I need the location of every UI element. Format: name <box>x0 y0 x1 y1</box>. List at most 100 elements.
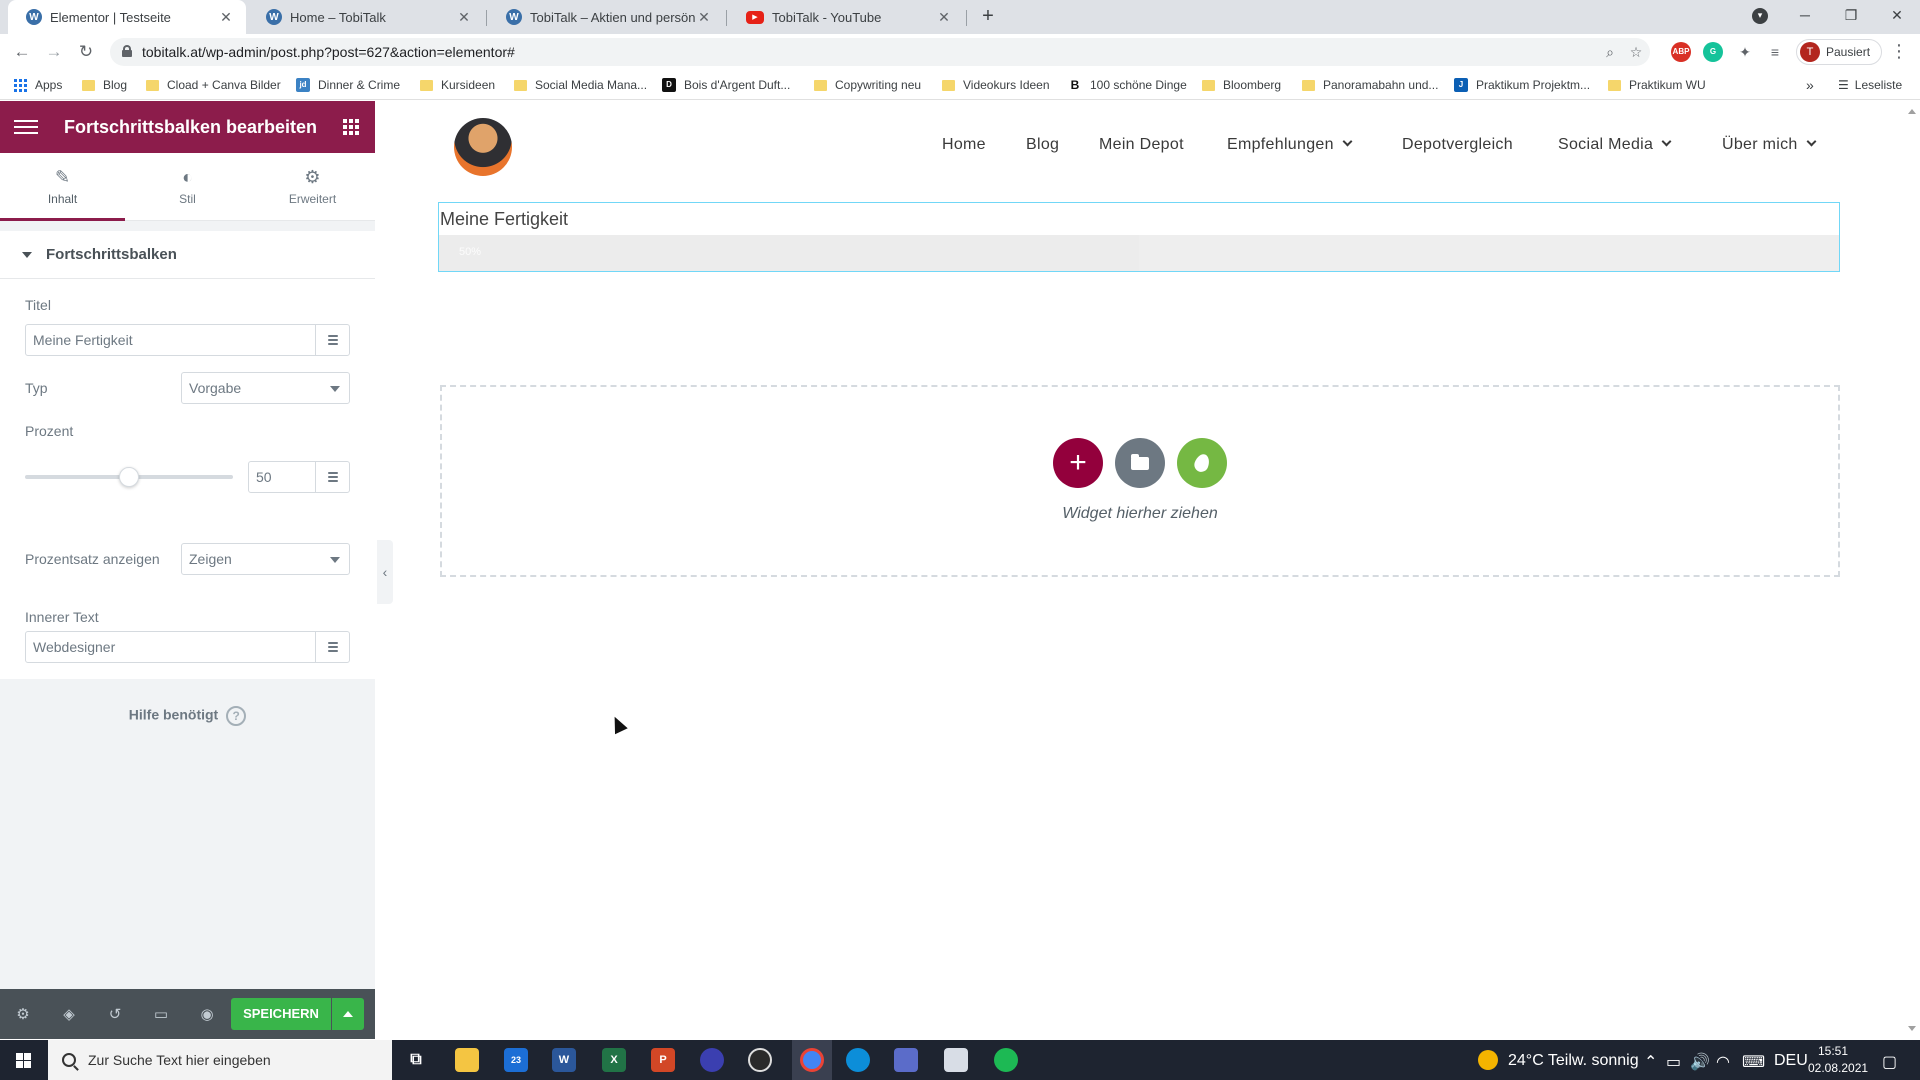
bookmark-dinner[interactable]: jd Dinner & Crime <box>296 76 400 94</box>
slider-handle[interactable] <box>119 467 139 487</box>
volume-icon[interactable]: 🔊 <box>1690 1052 1710 1072</box>
zoom-icon[interactable]: ⌕ <box>1600 42 1620 62</box>
close-icon[interactable]: ✕ <box>696 9 712 26</box>
task-view-icon[interactable]: ⧉ <box>404 1048 428 1072</box>
nav-item-ueber-mich[interactable]: Über mich <box>1722 136 1817 154</box>
minimize-button[interactable]: ─ <box>1782 0 1828 32</box>
inner-text-field[interactable]: Webdesigner <box>25 631 350 663</box>
obs-icon[interactable] <box>748 1048 772 1072</box>
bookmark-panoramabahn[interactable]: Panoramabahn und... <box>1302 76 1438 94</box>
url-text[interactable]: tobitalk.at/wp-admin/post.php?post=627&a… <box>142 44 515 60</box>
nav-item-social-media[interactable]: Social Media <box>1558 136 1672 154</box>
new-tab-button[interactable]: + <box>976 5 1000 29</box>
tray-chevron-up-icon[interactable]: ⌃ <box>1644 1052 1657 1072</box>
powerpoint-icon[interactable]: P <box>651 1048 675 1072</box>
bookmark-apps[interactable]: Apps <box>14 76 62 94</box>
bookmark-star-icon[interactable]: ☆ <box>1626 42 1646 62</box>
envato-kit-button[interactable] <box>1177 438 1227 488</box>
edge-icon[interactable] <box>846 1048 870 1072</box>
percent-input[interactable]: 50 <box>248 461 350 493</box>
chrome-icon[interactable] <box>800 1048 824 1072</box>
keyboard-icon[interactable]: ⌨ <box>1742 1052 1765 1072</box>
bookmark-100-dinge[interactable]: B 100 schöne Dinge <box>1068 76 1187 94</box>
progress-bar-widget[interactable]: Meine Fertigkeit 50% <box>438 202 1840 272</box>
history-icon[interactable]: ↺ <box>92 1005 138 1023</box>
nav-item-depotvergleich[interactable]: Depotvergleich <box>1402 136 1513 154</box>
reading-list-button[interactable]: ☰ Leseliste <box>1838 76 1902 94</box>
weather-text[interactable]: 24°C Teilw. sonnig <box>1508 1052 1639 1070</box>
inner-text-value[interactable]: Webdesigner <box>26 632 315 662</box>
bookmark-copywriting[interactable]: Copywriting neu <box>814 76 921 94</box>
tab-inhalt[interactable]: ✎ Inhalt <box>0 153 125 221</box>
bookmark-bloomberg[interactable]: Bloomberg <box>1202 76 1281 94</box>
bookmark-videokurs[interactable]: Videokurs Ideen <box>942 76 1050 94</box>
bookmark-canva[interactable]: Cload + Canva Bilder <box>146 76 281 94</box>
app-icon[interactable] <box>894 1048 918 1072</box>
excel-icon[interactable]: X <box>602 1048 626 1072</box>
more-bookmarks-icon[interactable]: » <box>1806 76 1814 94</box>
notepad-icon[interactable] <box>944 1048 968 1072</box>
back-button[interactable]: ← <box>10 40 34 64</box>
type-select[interactable]: Vorgabe <box>181 372 350 404</box>
save-options-button[interactable] <box>332 998 364 1030</box>
section-toggle-fortschrittsbalken[interactable]: Fortschrittsbalken <box>0 231 375 279</box>
tab-search-icon[interactable]: ▾ <box>1752 8 1768 24</box>
page-scrollbar[interactable] <box>1904 101 1920 1039</box>
responsive-mode-icon[interactable]: ▭ <box>138 1005 184 1023</box>
browser-tab-aktien[interactable]: W TobiTalk – Aktien und persönliche ✕ <box>488 0 724 34</box>
nav-item-empfehlungen[interactable]: Empfehlungen <box>1227 136 1353 154</box>
extensions-puzzle-icon[interactable]: ✦ <box>1735 42 1755 62</box>
reading-list-icon[interactable]: ≡ <box>1765 42 1785 62</box>
browser-tab-elementor[interactable]: W Elementor | Testseite ✕ <box>8 0 246 34</box>
close-icon[interactable]: ✕ <box>456 9 472 26</box>
bookmark-bois-dargent[interactable]: D Bois d'Argent Duft... <box>662 76 790 94</box>
bookmark-praktikum-projekt[interactable]: J Praktikum Projektm... <box>1454 76 1590 94</box>
nav-item-blog[interactable]: Blog <box>1026 136 1059 154</box>
widgets-grid-icon[interactable] <box>343 119 359 135</box>
clock-date[interactable]: 02.08.2021 <box>1808 1061 1868 1075</box>
percent-slider[interactable] <box>25 467 233 487</box>
windows-start-icon[interactable] <box>0 1040 46 1080</box>
collapse-panel-button[interactable]: ‹ <box>377 540 393 604</box>
app-icon[interactable] <box>700 1048 724 1072</box>
tab-erweitert[interactable]: ⚙ Erweitert <box>250 153 375 220</box>
title-field[interactable]: Meine Fertigkeit <box>25 324 350 356</box>
show-percent-select[interactable]: Zeigen <box>181 543 350 575</box>
restore-button[interactable]: ❐ <box>1828 0 1874 32</box>
add-section-button[interactable]: + <box>1053 438 1103 488</box>
site-logo[interactable] <box>454 118 512 176</box>
bookmark-kursideen[interactable]: Kursideen <box>420 76 495 94</box>
wifi-icon[interactable]: ◠ <box>1716 1052 1730 1072</box>
mail-icon[interactable]: 23 <box>504 1048 528 1072</box>
reload-button[interactable]: ↻ <box>74 40 98 64</box>
lock-icon[interactable] <box>122 45 132 57</box>
clock-time[interactable]: 15:51 <box>1818 1044 1848 1058</box>
help-link[interactable]: Hilfe benötigt? <box>0 706 375 726</box>
weather-sun-icon[interactable] <box>1478 1050 1498 1070</box>
settings-gear-icon[interactable]: ⚙ <box>0 1005 46 1023</box>
address-bar[interactable]: tobitalk.at/wp-admin/post.php?post=627&a… <box>110 38 1650 66</box>
close-icon[interactable]: ✕ <box>218 9 234 26</box>
word-icon[interactable]: W <box>552 1048 576 1072</box>
scroll-down-arrow-icon[interactable] <box>1908 1026 1916 1031</box>
navigator-layers-icon[interactable]: ◈ <box>46 1005 92 1023</box>
title-value[interactable]: Meine Fertigkeit <box>26 325 315 355</box>
tab-stil[interactable]: ◐ Stil <box>125 153 250 220</box>
bookmark-praktikum-wu[interactable]: Praktikum WU <box>1608 76 1706 94</box>
taskbar-search-box[interactable]: Zur Suche Text hier eingeben <box>48 1040 392 1080</box>
chrome-menu-icon[interactable]: ⋮ <box>1890 40 1908 64</box>
close-icon[interactable]: ✕ <box>936 9 952 26</box>
dynamic-tags-icon[interactable] <box>315 325 349 355</box>
adblock-extension-icon[interactable]: ABP <box>1671 42 1691 62</box>
bookmark-social-media[interactable]: Social Media Mana... <box>514 76 647 94</box>
scroll-up-arrow-icon[interactable] <box>1908 109 1916 114</box>
notification-icon[interactable]: ▢ <box>1882 1052 1897 1072</box>
widget-drop-zone[interactable]: + Widget hierher ziehen <box>440 385 1840 577</box>
profile-button[interactable]: T Pausiert <box>1796 39 1882 65</box>
network-icon[interactable]: ▭ <box>1666 1052 1681 1072</box>
preview-eye-icon[interactable]: ◉ <box>184 1005 230 1023</box>
language-indicator[interactable]: DEU <box>1774 1052 1808 1070</box>
hamburger-menu-icon[interactable] <box>14 116 38 138</box>
browser-tab-youtube[interactable]: ▶ TobiTalk - YouTube ✕ <box>728 0 964 34</box>
nav-item-mein-depot[interactable]: Mein Depot <box>1099 136 1184 154</box>
